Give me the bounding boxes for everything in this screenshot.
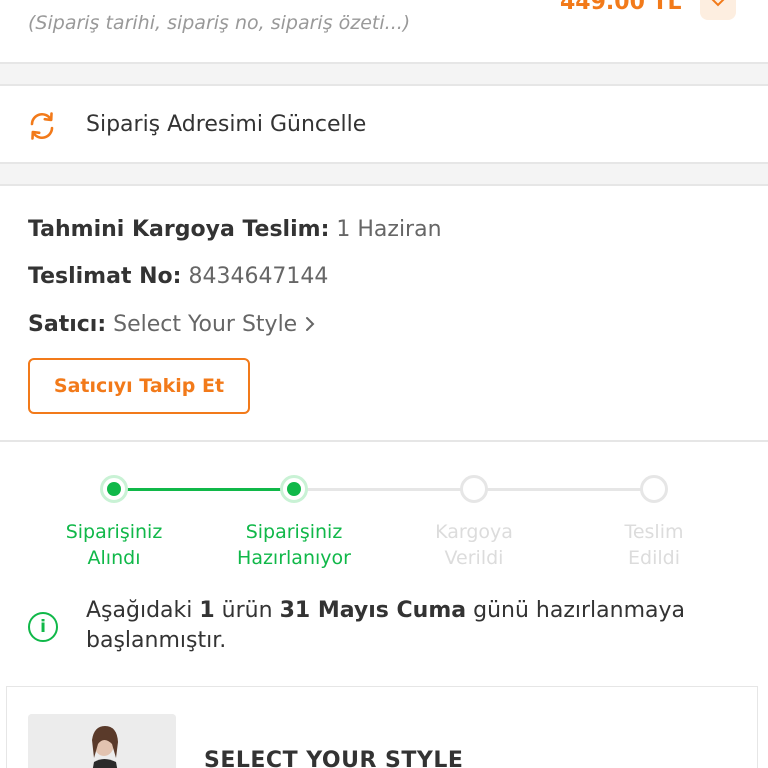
step-dot-delivered [640, 475, 668, 503]
step-label-delivered: Teslim Edildi [564, 519, 744, 571]
preparation-info-text: Aşağıdaki 1 ürün 31 Mayıs Cuma günü hazı… [86, 596, 726, 656]
section-gap [0, 64, 768, 84]
delivery-number-label: Teslimat No: [28, 264, 182, 289]
follow-seller-button[interactable]: Satıcıyı Takip Et [28, 358, 250, 414]
step-label-line: Alındı [87, 547, 141, 569]
seller-label: Satıcı: [28, 312, 107, 337]
step-label-line: Verildi [444, 547, 504, 569]
product-model-image [28, 714, 176, 768]
info-item-count: 1 [199, 598, 215, 623]
progress-line-done [114, 488, 294, 491]
order-summary-hint: (Sipariş tarihi, sipariş no, sipariş öze… [28, 12, 411, 34]
order-summary-header[interactable]: (Sipariş tarihi, sipariş no, sipariş öze… [0, 0, 768, 64]
step-label-line: Kargoya [435, 521, 513, 543]
chevron-right-icon [306, 317, 315, 331]
delivery-number-value: 8434647144 [188, 264, 329, 289]
product-image[interactable] [28, 714, 176, 768]
step-label-line: Edildi [628, 547, 680, 569]
refresh-icon [30, 112, 54, 140]
section-gap [0, 164, 768, 184]
info-prefix: Aşağıdaki [86, 598, 200, 623]
update-address-row[interactable]: Sipariş Adresimi Güncelle [0, 84, 768, 164]
step-dot-preparing [280, 475, 308, 503]
step-label-line: Teslim [624, 521, 684, 543]
info-mid: ürün [214, 598, 280, 623]
step-label-line: Hazırlanıyor [237, 547, 351, 569]
estimated-delivery-value: 1 Haziran [336, 217, 442, 242]
info-date: 31 Mayıs Cuma [279, 598, 467, 623]
step-label-line: Siparişiniz [65, 521, 163, 543]
estimated-delivery-line: Tahmini Kargoya Teslim: 1 Haziran [28, 217, 442, 242]
step-label-preparing: Siparişiniz Hazırlanıyor [204, 519, 384, 571]
expand-summary-button[interactable] [700, 0, 736, 20]
delivery-details: Tahmini Kargoya Teslim: 1 Haziran Teslim… [0, 184, 768, 442]
step-dot-shipped [460, 475, 488, 503]
step-dot-received [100, 475, 128, 503]
step-label-shipped: Kargoya Verildi [384, 519, 564, 571]
product-brand-name: SELECT YOUR STYLE [204, 748, 464, 768]
chevron-down-icon [711, 0, 725, 7]
info-icon: i [28, 612, 58, 642]
step-label-received: Siparişiniz Alındı [24, 519, 204, 571]
estimated-delivery-label: Tahmini Kargoya Teslim: [28, 217, 330, 242]
order-total-price: 449.00 TL [560, 0, 682, 15]
update-address-label: Sipariş Adresimi Güncelle [86, 112, 367, 137]
seller-line[interactable]: Satıcı: Select Your Style [28, 312, 316, 337]
seller-link[interactable]: Select Your Style [113, 312, 297, 337]
delivery-number-line: Teslimat No: 8434647144 [28, 264, 328, 289]
step-label-line: Siparişiniz [245, 521, 343, 543]
